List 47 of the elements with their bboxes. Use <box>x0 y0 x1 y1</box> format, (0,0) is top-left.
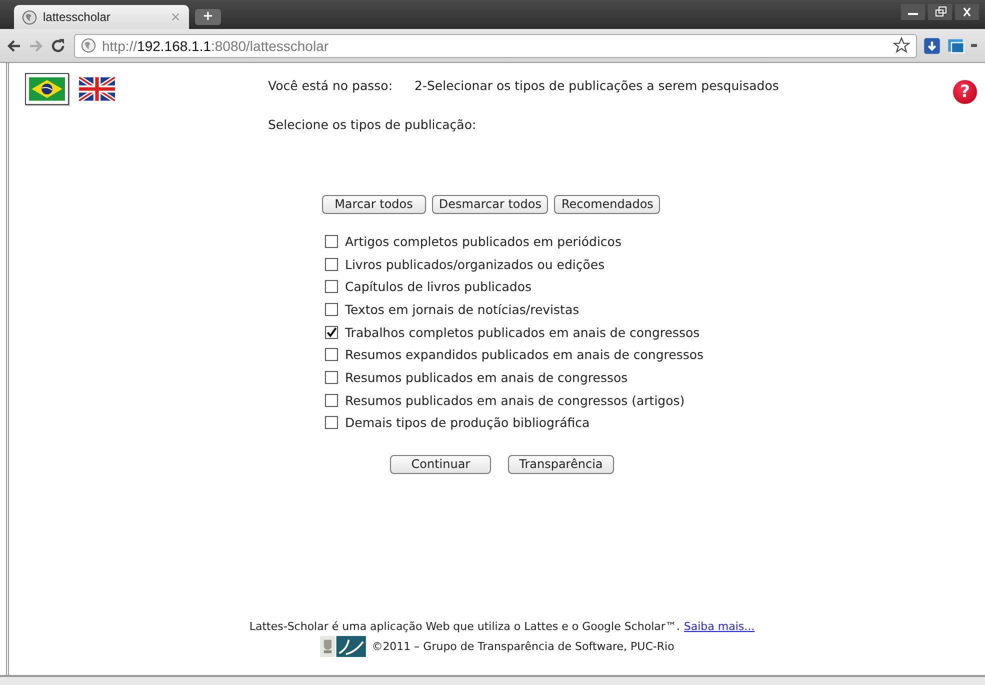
checkbox-label: Trabalhos completos publicados em anais de congressos <box>345 324 700 340</box>
step-name: 2-Selecionar os tipos de publicações a serem pesquisados <box>414 78 779 93</box>
restore-icon[interactable] <box>928 4 952 20</box>
checkbox-label: Resumos publicados em anais de congressos <box>345 370 628 385</box>
select-button[interactable]: Desmarcar todos <box>432 195 548 214</box>
minimize-icon[interactable] <box>901 4 925 20</box>
checkbox[interactable] <box>325 326 338 339</box>
checkbox[interactable] <box>325 348 338 362</box>
prompt-text: Selecione os tipos de publicação: <box>268 117 478 132</box>
globe-icon <box>81 38 96 53</box>
action-button[interactable]: Continuar <box>390 455 492 474</box>
checkbox[interactable] <box>325 394 338 407</box>
browser-tab[interactable]: lattesscholar × <box>14 5 189 29</box>
checkbox-label: Textos em jornais de notícias/revistas <box>345 302 580 317</box>
step-label: Você está no passo: <box>268 78 393 93</box>
checkbox-label: Artigos completos publicados em periódicos <box>345 234 622 249</box>
new-tab-button[interactable]: + <box>195 9 221 25</box>
download-icon[interactable] <box>923 36 941 54</box>
close-icon[interactable] <box>955 4 979 20</box>
checkbox-label: Livros publicados/organizados ou edições <box>345 256 605 272</box>
copyright-text: ©2011 – Grupo de Transparência de Software, PUC-Rio <box>372 640 674 653</box>
checkbox-label: Resumos expandidos publicados em anais de congressos <box>345 347 704 362</box>
select-button[interactable]: Marcar todos <box>322 195 426 214</box>
action-button[interactable]: Transparência <box>508 455 614 474</box>
university-logo <box>320 636 366 657</box>
checkbox[interactable] <box>325 234 338 248</box>
address-bar[interactable]: http://192.168.1.1:8080/lattesscholar <box>74 34 917 58</box>
checkbox[interactable] <box>325 280 338 294</box>
url-text: http://192.168.1.1:8080/lattesscholar <box>102 38 330 54</box>
checkbox[interactable] <box>325 416 338 430</box>
checkbox-label: Resumos publicados em anais de congressos (artigos) <box>345 392 685 408</box>
checkbox[interactable] <box>325 258 338 271</box>
help-icon[interactable]: ? <box>953 80 977 104</box>
checkbox-label: Demais tipos de produção bibliográfica <box>345 415 590 430</box>
language-flag[interactable] <box>25 73 69 105</box>
picture-icon[interactable] <box>947 36 965 54</box>
tab-title: lattesscholar <box>43 10 112 24</box>
select-button[interactable]: Recomendados <box>554 195 660 214</box>
checkbox[interactable] <box>325 302 338 316</box>
learn-more-link[interactable]: Saiba mais... <box>684 620 755 633</box>
back-icon[interactable] <box>6 38 22 54</box>
globe-icon <box>22 10 37 24</box>
checkbox-label: Capítulos de livros publicados <box>345 279 532 294</box>
star-icon[interactable] <box>893 37 910 54</box>
footer-text: Lattes-Scholar é uma aplicação Web que utiliza o Lattes e o Google Scholar™. <box>249 620 680 633</box>
checkbox[interactable] <box>325 370 338 384</box>
reload-icon[interactable] <box>50 38 66 54</box>
